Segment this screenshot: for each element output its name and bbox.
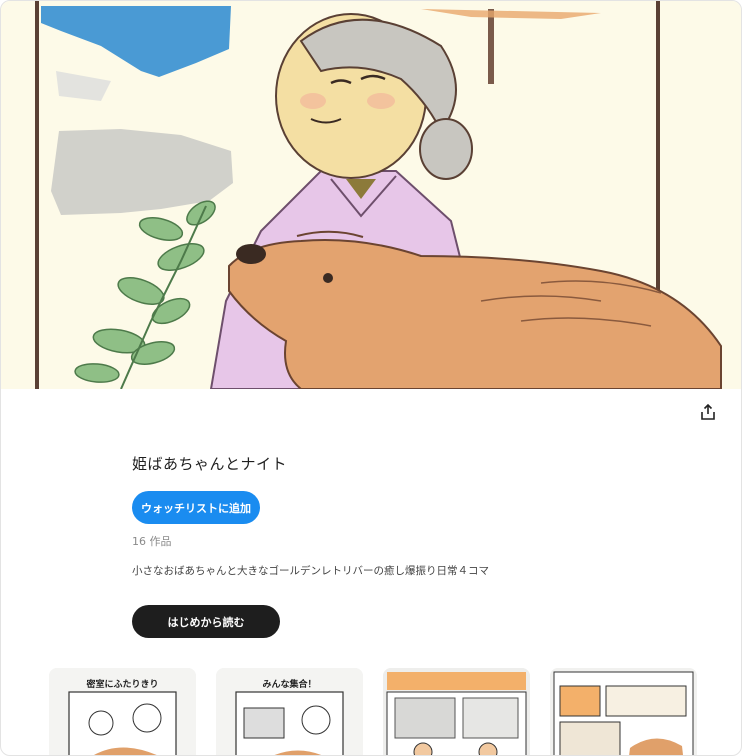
share-icon <box>701 403 715 420</box>
add-to-watchlist-button[interactable]: ウォッチリストに追加 <box>132 491 260 524</box>
episode-thumbnail <box>383 668 530 755</box>
episode-thumbnail <box>550 668 697 755</box>
episode-list: 密室にふたりきり みんな集合！ <box>49 668 699 755</box>
episode-count: 16 作品 <box>132 535 172 548</box>
series-title: 姫ばあちゃんとナイト <box>132 455 288 473</box>
episode-caption: みんな集合！ <box>262 680 317 690</box>
share-button[interactable] <box>695 399 721 425</box>
episode-card[interactable]: みんな集合！ <box>216 668 363 755</box>
series-page: 姫ばあちゃんとナイト ウォッチリストに追加 16 作品 小さなおばあちゃんと大き… <box>0 0 742 756</box>
read-from-start-button[interactable]: はじめから読む <box>132 605 280 638</box>
episode-card[interactable] <box>550 668 697 755</box>
series-cover-image <box>1 1 741 389</box>
episode-card[interactable] <box>383 668 530 755</box>
series-description: 小さなおばあちゃんと大きなゴールデンレトリバーの癒し爆振り日常４コマ <box>132 565 489 577</box>
episode-card[interactable]: 密室にふたりきり <box>49 668 196 755</box>
episode-caption: 密室にふたりきり <box>86 680 159 690</box>
